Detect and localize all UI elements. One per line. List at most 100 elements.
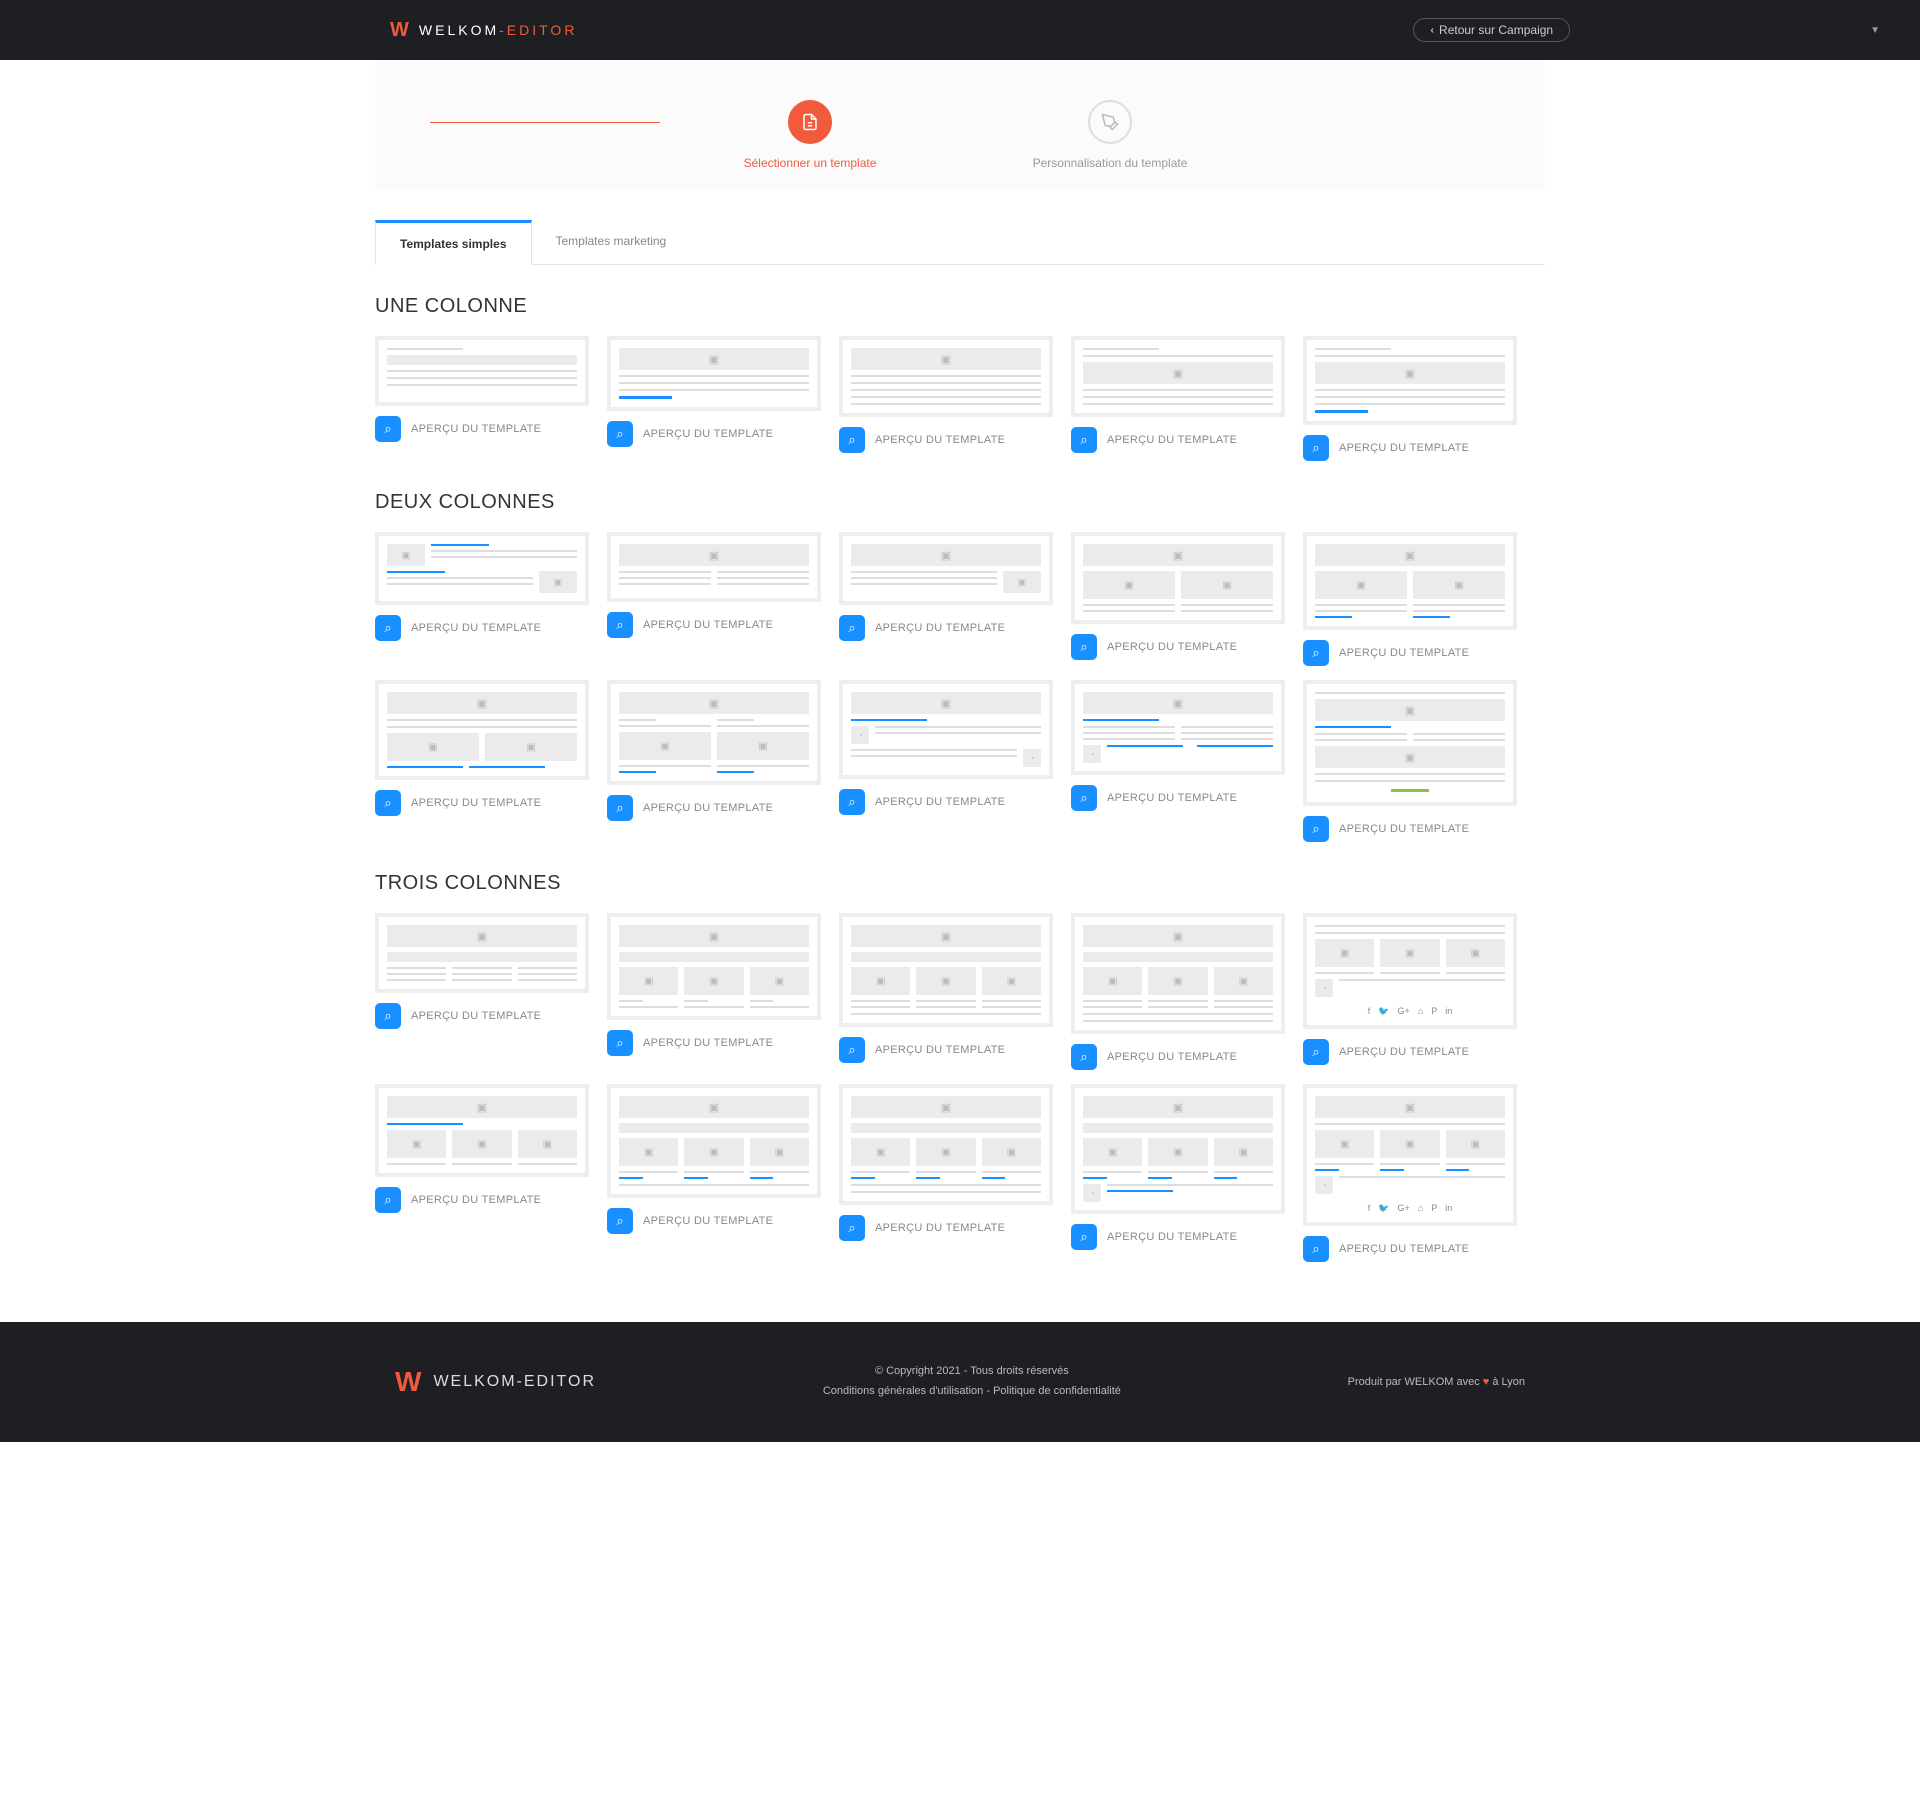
template-card: ▣ ▣▣▣ ⌕ APERÇU DU TEMPLATE xyxy=(839,913,1053,1070)
preview-button[interactable]: ⌕ xyxy=(607,795,633,821)
preview-button[interactable]: ⌕ xyxy=(375,416,401,442)
image-placeholder-icon: ▣ xyxy=(851,1096,1041,1118)
template-thumbnail[interactable]: ▣ xyxy=(607,336,821,411)
preview-button[interactable]: ⌕ xyxy=(839,427,865,453)
template-card: ▣ ▣▣ ⌕ APERÇU DU TEMPLATE xyxy=(375,680,589,842)
preview-label[interactable]: APERÇU DU TEMPLATE xyxy=(1107,1231,1237,1243)
template-thumbnail[interactable]: ▣ ▣▣▣ xyxy=(839,1084,1053,1205)
template-thumbnail[interactable]: ▣ ▣▣▣ ◔ xyxy=(1071,1084,1285,1214)
template-thumbnail[interactable]: ▣ ▣ xyxy=(1303,680,1517,806)
template-card: ▣ ▣ ⌕ APERÇU DU TEMPLATE xyxy=(1303,680,1517,842)
preview-button[interactable]: ⌕ xyxy=(839,1215,865,1241)
preview-button[interactable]: ⌕ xyxy=(1303,1039,1329,1065)
preview-button[interactable]: ⌕ xyxy=(839,1037,865,1063)
preview-label[interactable]: APERÇU DU TEMPLATE xyxy=(875,796,1005,808)
preview-label[interactable]: APERÇU DU TEMPLATE xyxy=(1107,434,1237,446)
footer-terms-link[interactable]: Conditions générales d'utilisation xyxy=(823,1385,983,1397)
image-placeholder-icon: ▣ xyxy=(619,1096,809,1118)
search-icon: ⌕ xyxy=(1080,639,1087,655)
preview-label[interactable]: APERÇU DU TEMPLATE xyxy=(1339,442,1469,454)
preview-button[interactable]: ⌕ xyxy=(839,615,865,641)
preview-label[interactable]: APERÇU DU TEMPLATE xyxy=(1339,1046,1469,1058)
preview-label[interactable]: APERÇU DU TEMPLATE xyxy=(643,619,773,631)
search-icon: ⌕ xyxy=(848,620,855,636)
preview-label[interactable]: APERÇU DU TEMPLATE xyxy=(875,1222,1005,1234)
preview-button[interactable]: ⌕ xyxy=(607,1208,633,1234)
facebook-icon: f xyxy=(1368,1203,1371,1214)
preview-label[interactable]: APERÇU DU TEMPLATE xyxy=(1339,647,1469,659)
template-thumbnail[interactable]: ▣ ▣▣ xyxy=(607,680,821,785)
preview-label[interactable]: APERÇU DU TEMPLATE xyxy=(1107,792,1237,804)
tab-templates-simples[interactable]: Templates simples xyxy=(375,220,532,265)
preview-label[interactable]: APERÇU DU TEMPLATE xyxy=(411,423,541,435)
preview-button[interactable]: ⌕ xyxy=(607,612,633,638)
template-thumbnail[interactable]: ▣▣▣ ◔ f🐦G+⌂Pin xyxy=(1303,913,1517,1029)
avatar-icon: ◔ xyxy=(1315,1176,1333,1194)
template-thumbnail[interactable]: ▣ ▣▣▣ ◔ f🐦G+⌂Pin xyxy=(1303,1084,1517,1226)
template-thumbnail[interactable]: ▣ ◔ ◔ xyxy=(839,680,1053,779)
template-thumbnail[interactable]: ▣ ▣▣ xyxy=(1071,532,1285,624)
image-placeholder-icon: ▣ xyxy=(619,925,809,947)
template-thumbnail[interactable]: ▣ ◔ xyxy=(1071,680,1285,775)
template-thumbnail[interactable]: ▣ ▣▣ xyxy=(375,680,589,780)
preview-label[interactable]: APERÇU DU TEMPLATE xyxy=(643,1037,773,1049)
preview-button[interactable]: ⌕ xyxy=(1071,1224,1097,1250)
return-campaign-button[interactable]: ‹‹ Retour sur Campaign xyxy=(1413,18,1570,42)
template-thumbnail[interactable]: ▣ ▣ xyxy=(839,532,1053,605)
preview-label[interactable]: APERÇU DU TEMPLATE xyxy=(875,622,1005,634)
preview-button[interactable]: ⌕ xyxy=(1303,1236,1329,1262)
template-thumbnail[interactable]: ▣ xyxy=(1303,336,1517,425)
preview-label[interactable]: APERÇU DU TEMPLATE xyxy=(643,802,773,814)
preview-button[interactable]: ⌕ xyxy=(1071,634,1097,660)
avatar-icon: ◔ xyxy=(1023,749,1041,767)
preview-button[interactable]: ⌕ xyxy=(1303,640,1329,666)
template-thumbnail[interactable]: ▣ xyxy=(1071,336,1285,417)
search-icon: ⌕ xyxy=(848,432,855,448)
template-thumbnail[interactable]: ▣ ▣▣▣ xyxy=(375,1084,589,1177)
image-placeholder-icon: ▣ xyxy=(916,967,975,995)
preview-button[interactable]: ⌕ xyxy=(1071,785,1097,811)
preview-label[interactable]: APERÇU DU TEMPLATE xyxy=(875,1044,1005,1056)
preview-button[interactable]: ⌕ xyxy=(839,789,865,815)
tab-templates-marketing[interactable]: Templates marketing xyxy=(532,220,691,264)
user-menu-dropdown[interactable]: ▼ xyxy=(1870,25,1880,36)
template-thumbnail[interactable]: ▣ ▣▣▣ xyxy=(1071,913,1285,1034)
preview-label[interactable]: APERÇU DU TEMPLATE xyxy=(1339,823,1469,835)
footer-privacy-link[interactable]: Politique de confidentialité xyxy=(993,1385,1121,1397)
image-placeholder-icon: ▣ xyxy=(1214,967,1273,995)
preview-button[interactable]: ⌕ xyxy=(607,1030,633,1056)
preview-button[interactable]: ⌕ xyxy=(1071,1044,1097,1070)
preview-label[interactable]: APERÇU DU TEMPLATE xyxy=(411,1010,541,1022)
template-thumbnail[interactable]: ▣ ▣▣▣ xyxy=(839,913,1053,1027)
pinterest-icon: P xyxy=(1431,1006,1437,1017)
template-card: ▣ ▣ ⌕ APERÇU DU TEMPLATE xyxy=(839,532,1053,666)
preview-button[interactable]: ⌕ xyxy=(1303,435,1329,461)
preview-button[interactable]: ⌕ xyxy=(375,790,401,816)
template-thumbnail[interactable]: ▣ ▣▣▣ xyxy=(607,913,821,1020)
template-card: ▣ ⌕ APERÇU DU TEMPLATE xyxy=(607,336,821,461)
template-thumbnail[interactable]: ▣ xyxy=(607,532,821,602)
preview-label[interactable]: APERÇU DU TEMPLATE xyxy=(411,622,541,634)
template-thumbnail[interactable]: ▣ ▣ xyxy=(375,532,589,605)
preview-label[interactable]: APERÇU DU TEMPLATE xyxy=(1107,1051,1237,1063)
preview-label[interactable]: APERÇU DU TEMPLATE xyxy=(875,434,1005,446)
preview-button[interactable]: ⌕ xyxy=(375,1187,401,1213)
template-card: ▣ ◔ ◔ ⌕ APERÇU DU TEMPLATE xyxy=(839,680,1053,842)
template-thumbnail[interactable]: ▣ xyxy=(375,913,589,993)
template-thumbnail[interactable]: ▣ ▣▣ xyxy=(1303,532,1517,630)
preview-button[interactable]: ⌕ xyxy=(1303,816,1329,842)
preview-label[interactable]: APERÇU DU TEMPLATE xyxy=(1107,641,1237,653)
preview-label[interactable]: APERÇU DU TEMPLATE xyxy=(643,1215,773,1227)
preview-label[interactable]: APERÇU DU TEMPLATE xyxy=(411,797,541,809)
preview-label[interactable]: APERÇU DU TEMPLATE xyxy=(1339,1243,1469,1255)
preview-button[interactable]: ⌕ xyxy=(607,421,633,447)
preview-button[interactable]: ⌕ xyxy=(375,1003,401,1029)
preview-button[interactable]: ⌕ xyxy=(375,615,401,641)
template-thumbnail[interactable]: ▣ xyxy=(839,336,1053,417)
preview-button[interactable]: ⌕ xyxy=(1071,427,1097,453)
template-thumbnail[interactable]: ▣ ▣▣▣ xyxy=(607,1084,821,1198)
image-placeholder-icon: ▣ xyxy=(1083,967,1142,995)
preview-label[interactable]: APERÇU DU TEMPLATE xyxy=(411,1194,541,1206)
template-thumbnail[interactable] xyxy=(375,336,589,406)
preview-label[interactable]: APERÇU DU TEMPLATE xyxy=(643,428,773,440)
